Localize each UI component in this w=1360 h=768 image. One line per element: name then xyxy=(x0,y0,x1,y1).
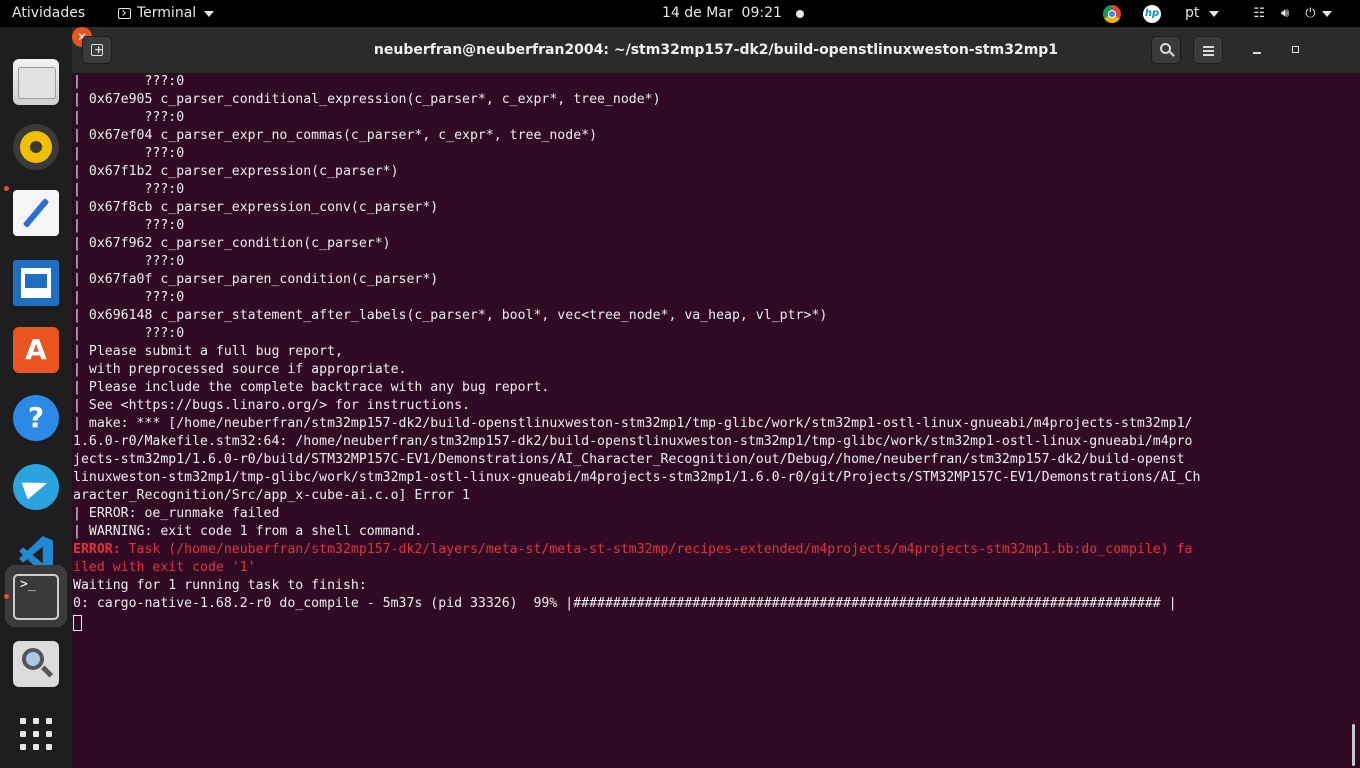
terminal-line: | 0x67fa0f c_parser_paren_condition(c_pa… xyxy=(73,272,439,287)
terminal-line: jects-stm32mp1/1.6.0-r0/build/STM32MP157… xyxy=(73,452,1185,467)
title-bar[interactable]: + neuberfran@neuberfran2004: ~/stm32mp15… xyxy=(72,27,1360,74)
terminal-line: | ???:0 xyxy=(73,326,185,341)
terminal-line: 1.6.0-r0/Makefile.stm32:64: /home/neuber… xyxy=(73,434,1193,449)
terminal-line: | WARNING: exit code 1 from a shell comm… xyxy=(73,524,423,539)
system-tray: hp pt ☷ 🔊︎ ⏻ xyxy=(1103,0,1332,27)
terminal-lines: | ???:0 | 0x67e905 c_parser_conditional_e… xyxy=(73,74,1347,613)
network-icon[interactable]: ☷ xyxy=(1253,0,1265,27)
app-menu-label: Terminal xyxy=(137,5,197,21)
terminal-line: | make: *** [/home/neuberfran/stm32mp157… xyxy=(73,416,1193,431)
chevron-down-icon xyxy=(1209,10,1220,17)
terminal-line: | 0x696148 c_parser_statement_after_labe… xyxy=(73,308,828,323)
libreoffice-writer-icon[interactable] xyxy=(13,260,59,306)
terminal-line: | ???:0 xyxy=(73,254,185,269)
text-editor-icon[interactable] xyxy=(13,190,59,236)
minimize-button[interactable] xyxy=(1247,40,1267,60)
terminal-line: | 0x67f962 c_parser_condition(c_parser*) xyxy=(73,236,391,251)
files-icon[interactable] xyxy=(13,59,59,105)
terminal-line: | ???:0 xyxy=(73,110,185,125)
chrome-icon[interactable] xyxy=(1103,4,1121,23)
clock-button[interactable]: 14 de Mar 09:21 xyxy=(662,0,804,27)
hamburger-icon xyxy=(1203,46,1214,48)
terminal-line: Waiting for 1 running task to finish: xyxy=(73,578,367,593)
terminal-line: | ???:0 xyxy=(73,290,185,305)
terminal-icon xyxy=(118,8,131,19)
scrollbar-thumb[interactable] xyxy=(1352,724,1355,766)
app-menu-button[interactable]: Terminal xyxy=(118,0,215,27)
terminal-line: | 0x67f1b2 c_parser_expression(c_parser*… xyxy=(73,164,399,179)
help-icon[interactable]: ? xyxy=(13,395,59,441)
hp-icon[interactable]: hp xyxy=(1143,4,1161,23)
terminal-line: | ???:0 xyxy=(73,74,185,89)
power-icon[interactable]: ⏻ xyxy=(1305,0,1315,27)
top-bar: Atividades Terminal 14 de Mar 09:21 hp p… xyxy=(0,0,1360,27)
error-prefix: ERROR: xyxy=(73,542,121,557)
running-indicator xyxy=(4,594,9,599)
terminal-line: | with preprocessed source if appropriat… xyxy=(73,362,407,377)
language-selector[interactable]: pt xyxy=(1185,0,1220,27)
terminal-output[interactable]: | ???:0 | 0x67e905 c_parser_conditional_e… xyxy=(72,74,1348,768)
terminal-line: | 0x67e905 c_parser_conditional_expressi… xyxy=(73,92,661,107)
terminal-window: + neuberfran@neuberfran2004: ~/stm32mp15… xyxy=(72,27,1360,768)
chevron-down-icon xyxy=(1321,10,1332,17)
time-text: 09:21 xyxy=(741,5,782,21)
scrollbar[interactable] xyxy=(1348,74,1360,768)
terminal-line: linuxweston-stm32mp1/tmp-glibc/work/stm3… xyxy=(73,470,1201,485)
maximize-button[interactable] xyxy=(1286,40,1306,60)
terminal-line: | ???:0 xyxy=(73,218,185,233)
language-label: pt xyxy=(1185,5,1200,21)
terminal-line: ERROR: Task (/home/neuberfran/stm32mp157… xyxy=(73,541,1347,559)
terminal-line: | 0x67f8cb c_parser_expression_conv(c_pa… xyxy=(73,200,439,215)
terminal-line: | Please submit a full bug report, xyxy=(73,344,343,359)
terminal-line: | ???:0 xyxy=(73,182,185,197)
terminal-icon[interactable]: >_ xyxy=(13,574,59,620)
terminal-line: | Please include the complete backtrace … xyxy=(73,380,550,395)
terminal-line: iled with exit code '1' xyxy=(73,560,256,575)
notification-dot-icon xyxy=(795,9,804,18)
text-cursor xyxy=(73,615,82,631)
rhythmbox-icon[interactable] xyxy=(13,124,59,170)
terminal-line: aracter_Recognition/Src/app_x-cube-ai.c.… xyxy=(73,488,470,503)
image-viewer-icon[interactable] xyxy=(13,641,59,687)
terminal-line: | 0x67ef04 c_parser_expr_no_commas(c_par… xyxy=(73,128,598,143)
dock: A ? >_ xyxy=(0,27,72,768)
show-applications-icon[interactable] xyxy=(13,711,59,757)
running-indicator xyxy=(4,186,9,191)
search-button[interactable] xyxy=(1151,36,1181,64)
volume-icon[interactable]: 🔊︎ xyxy=(1281,0,1289,27)
terminal-line: | See <https://bugs.linaro.org/> for ins… xyxy=(73,398,470,413)
terminal-line: 0: cargo-native-1.68.2-r0 do_compile - 5… xyxy=(73,596,1177,611)
chevron-down-icon xyxy=(204,10,215,17)
date-text: 14 de Mar xyxy=(662,5,733,21)
activities-button[interactable]: Atividades xyxy=(12,0,85,27)
terminal-line: | ERROR: oe_runmake failed xyxy=(73,506,280,521)
error-message: Task (/home/neuberfran/stm32mp157-dk2/la… xyxy=(120,542,1193,557)
ubuntu-software-icon[interactable]: A xyxy=(13,327,59,373)
terminal-line: | ???:0 xyxy=(73,146,185,161)
menu-button[interactable] xyxy=(1193,36,1223,64)
telegram-icon[interactable] xyxy=(13,464,59,510)
